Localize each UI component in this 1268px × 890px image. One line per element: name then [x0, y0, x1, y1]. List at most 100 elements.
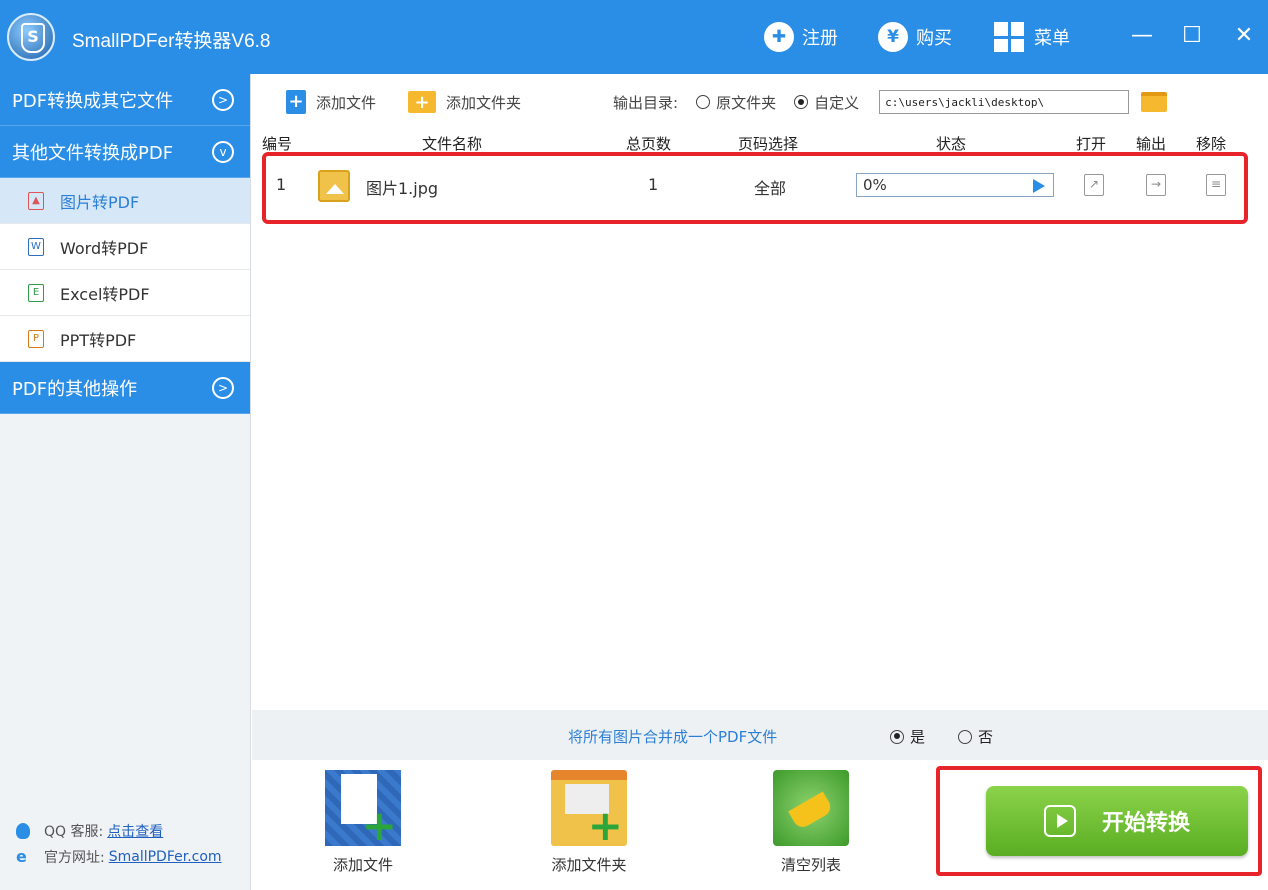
buy-button[interactable]: ¥ 购买 — [878, 22, 952, 52]
open-icon[interactable]: ↗ — [1084, 174, 1104, 196]
add-folder-icon: + — [408, 91, 437, 113]
minimize-button[interactable]: — — [1124, 18, 1160, 54]
section-label: PDF转换成其它文件 — [12, 90, 174, 112]
title-bar: SmallPDFer转换器V6.8 ✚ 注册 ¥ 购买 菜单 — ☐ ✕ — [0, 0, 1268, 74]
image-file-icon: ▲ — [28, 191, 44, 210]
col-name: 文件名称 — [422, 135, 483, 153]
radio-label: 否 — [978, 728, 994, 746]
register-label: 注册 — [802, 28, 838, 49]
sidebar: PDF转换成其它文件 > 其他文件转换成PDF v ▲ 图片转PDF W Wor… — [0, 74, 251, 890]
radio-source-folder[interactable]: 原文件夹 — [696, 92, 776, 113]
bottom-add-folder-label: 添加文件夹 — [551, 856, 627, 874]
image-file-icon — [318, 170, 350, 202]
radio-circle — [696, 95, 711, 109]
radio-label: 自定义 — [814, 93, 860, 112]
radio-label: 是 — [910, 728, 926, 746]
register-button[interactable]: ✚ 注册 — [764, 22, 838, 52]
add-folder-label: 添加文件夹 — [446, 93, 522, 112]
browser-icon: e — [16, 847, 27, 866]
sidebar-item-label: Word转PDF — [60, 238, 149, 258]
output-path-input[interactable] — [879, 90, 1130, 114]
radio-label: 原文件夹 — [716, 93, 777, 112]
bottom-add-file-label: 添加文件 — [332, 856, 393, 874]
table-row[interactable]: 1 图片1.jpg 1 全部 0% ↗ → ≡ — [268, 160, 1240, 212]
radio-circle-checked — [890, 729, 904, 744]
app-title: SmallPDFer转换器V6.8 — [72, 31, 271, 52]
word-file-icon: W — [28, 237, 44, 256]
ppt-file-icon: P — [28, 329, 44, 348]
trash-icon[interactable]: ≡ — [1206, 174, 1226, 196]
sidebar-item-excel-to-pdf[interactable]: E Excel转PDF — [0, 270, 250, 316]
section-label: 其他文件转换成PDF — [12, 142, 174, 164]
merge-option-bar: 将所有图片合并成一个PDF文件 是 否 — [252, 710, 1268, 760]
row-number: 1 — [276, 175, 287, 194]
row-filename: 图片1.jpg — [366, 179, 439, 198]
clear-list-label: 清空列表 — [780, 856, 841, 874]
add-file-button[interactable]: + 添加文件 — [286, 90, 376, 114]
merge-label: 将所有图片合并成一个PDF文件 — [568, 728, 778, 746]
chevron-right-icon: > — [212, 377, 234, 399]
menu-label: 菜单 — [1034, 28, 1070, 49]
sidebar-item-word-to-pdf[interactable]: W Word转PDF — [0, 224, 250, 270]
col-status: 状态 — [936, 135, 967, 153]
add-file-icon: + — [286, 90, 306, 114]
toolbar: + 添加文件 + 添加文件夹 输出目录: 原文件夹 自定义 — [252, 74, 1268, 130]
sidebar-item-label: 图片转PDF — [60, 192, 140, 212]
row-page-range[interactable]: 全部 — [754, 175, 786, 199]
user-plus-icon: ✚ — [764, 22, 794, 52]
menu-button[interactable]: 菜单 — [994, 22, 1070, 52]
excel-file-icon: E — [28, 283, 44, 302]
chevron-down-icon: v — [212, 141, 234, 163]
sidebar-item-image-to-pdf[interactable]: ▲ 图片转PDF — [0, 178, 250, 224]
sidebar-section-pdf-to-other[interactable]: PDF转换成其它文件 > — [0, 74, 250, 126]
add-folder-icon: + — [551, 770, 627, 847]
sidebar-footer: QQ 客服: 点击查看 e 官方网址: SmallPDFer.com — [16, 818, 222, 870]
qq-label: QQ 客服: — [44, 824, 104, 840]
section-label: PDF的其他操作 — [12, 378, 138, 400]
add-file-icon: + — [325, 770, 401, 847]
highlight-box-start — [936, 766, 1262, 876]
website-link[interactable]: SmallPDFer.com — [109, 849, 222, 865]
qq-support-link[interactable]: 点击查看 — [107, 821, 163, 841]
progress-bar: 0% — [856, 173, 1054, 197]
col-remove: 移除 — [1196, 135, 1227, 153]
add-folder-button[interactable]: + 添加文件夹 — [408, 91, 521, 113]
radio-circle — [958, 729, 972, 744]
col-pages: 总页数 — [626, 135, 672, 153]
row-pages: 1 — [648, 175, 659, 194]
broom-icon — [773, 770, 849, 846]
qq-icon — [16, 823, 30, 839]
add-file-label: 添加文件 — [316, 93, 377, 112]
sidebar-item-label: PPT转PDF — [60, 330, 137, 350]
output-dir-label: 输出目录: — [613, 93, 679, 112]
chevron-right-icon: > — [212, 89, 234, 111]
maximize-button[interactable]: ☐ — [1174, 18, 1210, 54]
progress-text: 0% — [863, 176, 887, 194]
sidebar-section-pdf-other-ops[interactable]: PDF的其他操作 > — [0, 362, 250, 414]
app-logo-icon — [7, 13, 55, 61]
col-open: 打开 — [1076, 135, 1107, 153]
close-button[interactable]: ✕ — [1226, 18, 1262, 54]
merge-yes-radio[interactable]: 是 — [890, 726, 925, 747]
qq-support-row: QQ 客服: 点击查看 — [16, 818, 222, 844]
sidebar-section-other-to-pdf[interactable]: 其他文件转换成PDF v — [0, 126, 250, 178]
buy-label: 购买 — [916, 28, 952, 49]
radio-custom-folder[interactable]: 自定义 — [794, 92, 859, 113]
yen-icon: ¥ — [878, 22, 908, 52]
play-icon[interactable] — [1033, 179, 1045, 193]
output-icon[interactable]: → — [1146, 174, 1166, 196]
bottom-add-file-button[interactable]: + 添加文件 — [308, 760, 418, 875]
folder-browse-icon[interactable] — [1141, 92, 1168, 112]
col-no: 编号 — [262, 135, 293, 153]
col-output: 输出 — [1136, 135, 1167, 153]
menu-grid-icon — [994, 22, 1024, 52]
radio-circle-checked — [794, 95, 809, 109]
clear-list-button[interactable]: 清空列表 — [756, 760, 866, 875]
website-row: e 官方网址: SmallPDFer.com — [16, 844, 222, 870]
bottom-add-folder-button[interactable]: + 添加文件夹 — [534, 760, 644, 875]
sidebar-item-ppt-to-pdf[interactable]: P PPT转PDF — [0, 316, 250, 362]
merge-no-radio[interactable]: 否 — [958, 726, 993, 747]
col-range: 页码选择 — [738, 135, 799, 153]
sidebar-item-label: Excel转PDF — [60, 284, 150, 304]
website-label: 官方网址: — [44, 850, 105, 866]
